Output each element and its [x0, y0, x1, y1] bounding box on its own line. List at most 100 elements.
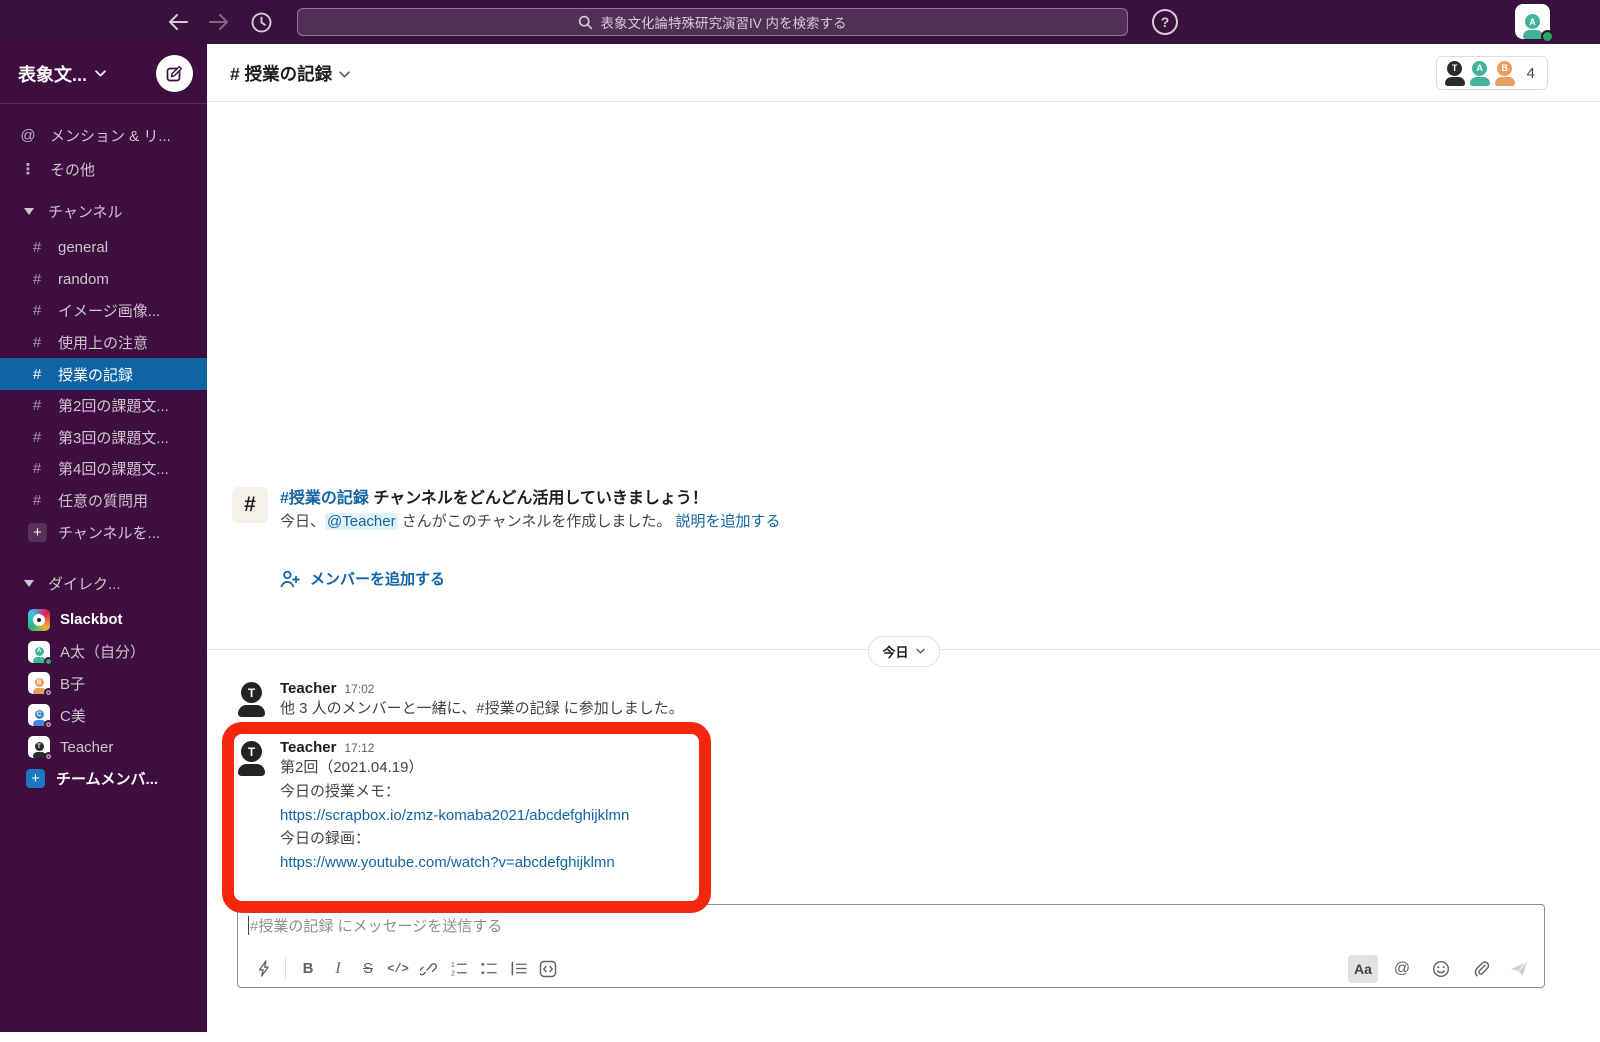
history-clock-button[interactable]: [249, 10, 273, 34]
plus-icon: +: [26, 769, 45, 789]
sidebar-add-channel[interactable]: + チャンネルを...: [0, 516, 207, 548]
message-composer: #授業の記録 にメッセージを送信する B I S </> 12 Aa @: [237, 904, 1545, 988]
workspace-header[interactable]: 表象文...: [0, 44, 207, 104]
hash-icon: #: [32, 365, 42, 383]
user-avatar[interactable]: A: [1515, 4, 1554, 43]
message-timestamp[interactable]: 17:02: [344, 682, 374, 696]
hash-icon: #: [32, 334, 42, 352]
search-placeholder: 表象文化論特殊研究演習IV 内を検索する: [600, 16, 847, 31]
sidebar-channel-general[interactable]: # general: [0, 232, 207, 264]
strikethrough-button[interactable]: S: [353, 955, 383, 983]
date-divider: 今日: [207, 636, 1600, 667]
workspace-name[interactable]: 表象文...: [18, 61, 87, 87]
compose-icon: [166, 65, 183, 82]
hash-icon: #: [32, 428, 42, 446]
send-button[interactable]: [1504, 955, 1534, 983]
sidebar-channel-assignment-2[interactable]: # 第2回の課題文...: [0, 390, 207, 422]
bulleted-list-button[interactable]: [473, 955, 503, 983]
hash-icon: #: [32, 492, 42, 510]
channel-members-button[interactable]: T A B 4: [1435, 56, 1548, 90]
message-author[interactable]: Teacher: [280, 739, 336, 756]
message-text: 他 3 人のメンバーと一緒に、#授業の記録 に参加しました。: [280, 700, 684, 717]
triangle-down-icon: [24, 207, 34, 215]
toolbar-divider: [285, 958, 286, 979]
format-toggle-button[interactable]: Aa: [1348, 954, 1378, 983]
link-button[interactable]: [413, 955, 443, 983]
hash-icon: #: [32, 302, 42, 320]
dm-slackbot[interactable]: Slackbot: [0, 604, 207, 636]
kebab-icon: ⋮: [20, 161, 36, 178]
text-cursor: [248, 916, 249, 935]
slackbot-avatar: [28, 608, 50, 631]
message-text: 今日の授業メモ：: [280, 782, 401, 800]
avatar[interactable]: T: [238, 682, 265, 717]
sidebar-channel-assignment-4[interactable]: # 第4回の課題文...: [0, 453, 207, 485]
channel-title[interactable]: # 授業の記録: [230, 61, 350, 86]
sidebar-channel-image[interactable]: # イメージ画像...: [0, 295, 207, 327]
member-avatar: T: [1444, 60, 1465, 86]
hash-icon: #: [32, 239, 42, 257]
chevron-down-icon: [339, 71, 350, 79]
date-pill-button[interactable]: 今日: [867, 636, 940, 667]
dm-b[interactable]: B B子: [0, 668, 207, 700]
shortcuts-bolt-icon[interactable]: [248, 955, 278, 983]
channels-section-header[interactable]: チャンネル: [0, 196, 207, 226]
sidebar-add-teammate[interactable]: + チームメンバ...: [0, 763, 207, 795]
dm-c[interactable]: C C美: [0, 699, 207, 731]
dm-section-header[interactable]: ダイレク...: [0, 568, 207, 598]
sidebar-channel-usage-notes[interactable]: # 使用上の注意: [0, 327, 207, 359]
offline-status-dot: [44, 752, 53, 762]
composer-placeholder: #授業の記録 にメッセージを送信する: [250, 918, 503, 935]
chevron-down-icon: [95, 69, 106, 78]
code-button[interactable]: </>: [383, 955, 413, 983]
avatar: C: [28, 704, 53, 730]
search-input[interactable]: 表象文化論特殊研究演習IV 内を検索する: [297, 8, 1128, 36]
emoji-button[interactable]: [1426, 955, 1456, 983]
sidebar-item-more[interactable]: ⋮ その他: [0, 152, 207, 186]
sidebar-channel-assignment-3[interactable]: # 第3回の課題文...: [0, 422, 207, 454]
mention-button[interactable]: @: [1387, 955, 1417, 983]
message-input[interactable]: #授業の記録 にメッセージを送信する: [248, 915, 1534, 936]
hash-icon: #: [32, 397, 42, 415]
offline-status-dot: [44, 688, 53, 698]
bold-button[interactable]: B: [293, 955, 323, 983]
avatar: T: [28, 736, 53, 762]
avatar[interactable]: T: [238, 741, 265, 776]
youtube-link[interactable]: https://www.youtube.com/watch?v=abcdefgh…: [280, 854, 615, 871]
composer-toolbar: B I S </> 12 Aa @: [238, 950, 1544, 987]
svg-text:1: 1: [450, 961, 454, 969]
svg-text:2: 2: [450, 970, 454, 977]
sidebar-item-mentions[interactable]: @ メンション & リ...: [0, 118, 207, 152]
teacher-mention[interactable]: @Teacher: [325, 513, 398, 530]
new-message-button[interactable]: [156, 55, 193, 92]
member-count: 4: [1526, 64, 1535, 82]
channel-link[interactable]: #授業の記録: [280, 490, 369, 507]
add-member-link[interactable]: メンバーを追加する: [280, 568, 445, 589]
sidebar-channel-random[interactable]: # random: [0, 264, 207, 296]
history-back-button[interactable]: [166, 10, 190, 34]
sidebar-channel-questions[interactable]: # 任意の質問用: [0, 485, 207, 517]
history-forward-button[interactable]: [207, 10, 231, 34]
sidebar-channel-class-records-selected[interactable]: # 授業の記録: [0, 358, 207, 390]
message-timestamp[interactable]: 17:12: [344, 741, 374, 755]
avatar: A: [28, 640, 53, 666]
triangle-down-icon: [24, 579, 34, 587]
hash-icon: #: [32, 270, 42, 288]
offline-status-dot: [44, 720, 53, 730]
attach-paperclip-icon[interactable]: [1465, 955, 1495, 983]
dm-a-self[interactable]: A A太（自分）: [0, 636, 207, 668]
code-block-button[interactable]: [533, 955, 563, 983]
scrapbox-link[interactable]: https://scrapbox.io/zmz-komaba2021/abcde…: [280, 807, 629, 824]
member-avatar: A: [1469, 60, 1490, 86]
dm-teacher[interactable]: T Teacher: [0, 731, 207, 763]
message-author[interactable]: Teacher: [280, 680, 336, 697]
sidebar: 表象文... @ メンション & リ... ⋮ その他 チャンネル # gener…: [0, 44, 207, 1032]
italic-button[interactable]: I: [323, 955, 353, 983]
message-pane: # #授業の記録 チャンネルをどんどん活用していきましょう！ 今日、 @Teach…: [207, 102, 1600, 1042]
help-button[interactable]: ?: [1152, 9, 1178, 35]
online-status-dot: [1541, 30, 1554, 43]
blockquote-button[interactable]: [503, 955, 533, 983]
add-description-link[interactable]: 説明を追加する: [676, 513, 781, 530]
ordered-list-button[interactable]: 12: [443, 955, 473, 983]
plus-icon: +: [28, 522, 47, 542]
